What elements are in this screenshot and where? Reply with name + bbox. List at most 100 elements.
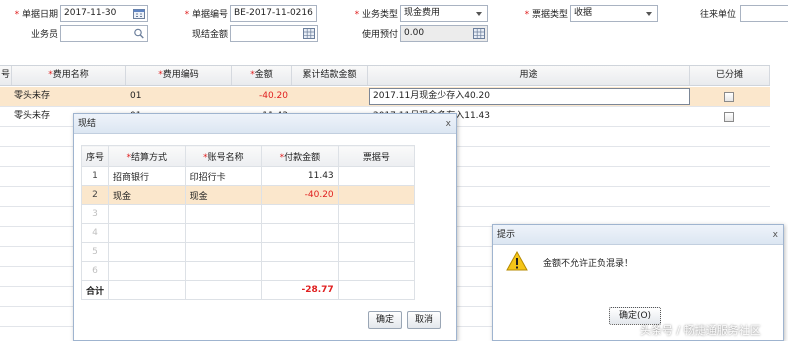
- seq-cell: 3: [80, 204, 110, 224]
- partner-field[interactable]: [740, 5, 788, 22]
- close-icon[interactable]: x: [773, 225, 778, 245]
- chevron-down-icon: [476, 12, 482, 16]
- col-split[interactable]: 已分摊: [690, 66, 770, 85]
- biz-type-value: 现金费用: [404, 8, 441, 18]
- grid-picker-icon[interactable]: [303, 28, 315, 39]
- pay-amount-cell[interactable]: [261, 204, 339, 224]
- table-row[interactable]: 1 招商银行 印招行卡 11.43: [80, 166, 416, 186]
- col-account[interactable]: *账号名称: [184, 145, 263, 167]
- seq-cell: 4: [80, 223, 110, 243]
- pay-amount-cell[interactable]: -40.20: [261, 185, 339, 205]
- settle-dialog-title: 现结: [78, 119, 97, 129]
- purpose-input[interactable]: 2017.11月现金少存入40.20: [369, 88, 690, 105]
- col-purpose[interactable]: 用途: [368, 66, 690, 85]
- pay-amount-cell[interactable]: [261, 242, 339, 262]
- method-cell[interactable]: [108, 242, 186, 262]
- alert-dialog-titlebar[interactable]: 提示 x: [493, 225, 783, 245]
- ticket-no-cell[interactable]: [337, 261, 416, 281]
- ticket-no-cell[interactable]: [337, 166, 416, 186]
- salesman-field[interactable]: [60, 25, 148, 42]
- method-cell[interactable]: 招商银行: [108, 166, 186, 186]
- salesman-label: 业务员: [30, 30, 58, 40]
- settle-amount-label: 现结金额: [191, 30, 228, 40]
- total-empty-cell: [108, 280, 186, 300]
- grid-picker-icon[interactable]: [473, 28, 485, 39]
- invoice-type-value: 收据: [574, 8, 593, 18]
- table-row[interactable]: 零头未存 01 -40.20 2017.11月现金少存入40.20: [0, 87, 770, 107]
- seq-cell: 6: [80, 261, 110, 281]
- split-checkbox[interactable]: [724, 112, 734, 122]
- table-row[interactable]: 6: [80, 261, 416, 281]
- table-row[interactable]: 5: [80, 242, 416, 262]
- biz-type-select[interactable]: 现金费用: [400, 5, 488, 22]
- settle-dialog-titlebar[interactable]: 现结 x: [74, 114, 456, 134]
- account-cell[interactable]: 现金: [184, 185, 263, 205]
- seq-cell: 1: [80, 166, 110, 186]
- watermark-text: 头条号 / 畅捷通服务社区: [640, 324, 761, 337]
- fee-name-cell[interactable]: 零头未存: [14, 87, 50, 106]
- account-cell[interactable]: [184, 261, 263, 281]
- col-settled[interactable]: 累计结款金额: [292, 66, 368, 85]
- total-row: 合计 -28.77: [80, 280, 416, 300]
- partner-label: 往来单位: [699, 10, 736, 20]
- invoice-type-select[interactable]: 收据: [570, 5, 658, 22]
- invoice-type-label: * 票据类型: [524, 10, 568, 20]
- warning-icon: [506, 251, 528, 271]
- table-row[interactable]: 4: [80, 223, 416, 243]
- total-empty-cell: [184, 280, 263, 300]
- account-cell[interactable]: [184, 223, 263, 243]
- doc-date-value: 2017-11-30: [64, 8, 117, 18]
- col-ticket-no[interactable]: 票据号: [337, 145, 416, 167]
- settle-table: 序号 *结算方式 *账号名称 *付款金额 票据号 1 招商银行 印招行卡 11.…: [80, 145, 416, 300]
- close-icon[interactable]: x: [446, 114, 451, 134]
- settle-dialog: 现结 x 序号 *结算方式 *账号名称 *付款金额 票据号 1 招商银行 印招行…: [73, 113, 457, 341]
- account-cell[interactable]: 印招行卡: [184, 166, 263, 186]
- doc-no-field[interactable]: BE-2017-11-0216: [230, 5, 317, 22]
- total-label: 合计: [80, 280, 110, 300]
- ticket-no-cell[interactable]: [337, 204, 416, 224]
- col-no: 号: [0, 66, 12, 85]
- alert-dialog-title: 提示: [497, 230, 516, 240]
- doc-date-label: * 单据日期: [14, 10, 58, 20]
- col-method[interactable]: *结算方式: [108, 145, 186, 167]
- cancel-button[interactable]: 取消: [407, 311, 441, 329]
- amount-cell[interactable]: -40.20: [232, 87, 288, 106]
- seq-cell: 2: [80, 185, 110, 205]
- table-row[interactable]: 2 现金 现金 -40.20: [80, 185, 416, 205]
- settle-amount-field[interactable]: [230, 25, 318, 42]
- doc-date-field[interactable]: 2017-11-30: [60, 5, 148, 22]
- method-cell[interactable]: [108, 204, 186, 224]
- alert-message: 金额不允许正负混录！: [543, 259, 634, 269]
- ticket-no-cell[interactable]: [337, 223, 416, 243]
- col-pay-amount[interactable]: *付款金额: [261, 145, 339, 167]
- fee-name-cell[interactable]: 零头未存: [14, 107, 50, 126]
- fee-code-cell[interactable]: 01: [130, 87, 141, 106]
- prepay-label: 使用预付: [361, 30, 398, 40]
- pay-amount-cell[interactable]: 11.43: [261, 166, 339, 186]
- method-cell[interactable]: [108, 223, 186, 243]
- pay-amount-cell[interactable]: [261, 261, 339, 281]
- doc-no-label: * 单据编号: [184, 10, 228, 20]
- col-fee-code[interactable]: *费用编码: [126, 66, 232, 85]
- method-cell[interactable]: [108, 261, 186, 281]
- total-value: -28.77: [261, 280, 339, 300]
- ticket-no-cell[interactable]: [337, 185, 416, 205]
- table-row[interactable]: 3: [80, 204, 416, 224]
- col-fee-name[interactable]: *费用名称: [12, 66, 126, 85]
- account-cell[interactable]: [184, 204, 263, 224]
- search-icon[interactable]: [133, 28, 145, 39]
- pay-amount-cell[interactable]: [261, 223, 339, 243]
- split-checkbox[interactable]: [724, 92, 734, 102]
- ticket-no-cell[interactable]: [337, 242, 416, 262]
- seq-cell: 5: [80, 242, 110, 262]
- purpose-value: 2017.11月现金少存入40.20: [373, 91, 490, 101]
- col-amount[interactable]: *金额: [232, 66, 292, 85]
- method-cell[interactable]: 现金: [108, 185, 186, 205]
- detail-grid-header: 号 *费用名称 *费用编码 *金额 累计结款金额 用途 已分摊: [0, 65, 770, 86]
- chevron-down-icon: [646, 12, 652, 16]
- account-cell[interactable]: [184, 242, 263, 262]
- prepay-field[interactable]: 0.00: [400, 25, 488, 42]
- ok-button[interactable]: 确定: [368, 311, 402, 329]
- calendar-icon[interactable]: [133, 8, 145, 19]
- biz-type-label: * 业务类型: [354, 10, 398, 20]
